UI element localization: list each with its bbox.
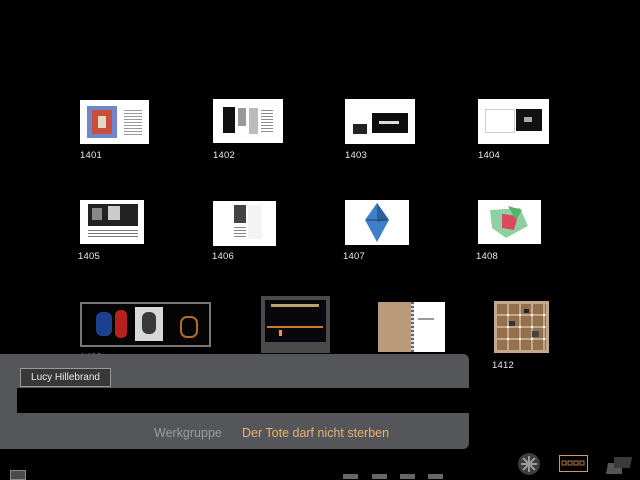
asterisk-icon[interactable] bbox=[518, 453, 540, 475]
thumbnail-1402[interactable] bbox=[213, 99, 283, 143]
werkgruppe-label: Werkgruppe bbox=[154, 426, 222, 440]
thumbnail-label: 1406 bbox=[212, 251, 234, 262]
thumbnail-label: 1403 bbox=[345, 150, 367, 161]
stack-view-icon[interactable] bbox=[604, 453, 634, 475]
page-indicator[interactable] bbox=[428, 474, 443, 479]
thumbnail-1406[interactable] bbox=[213, 201, 276, 246]
werkgruppe-value: Der Tote darf nicht sterben bbox=[242, 426, 390, 440]
page-indicator[interactable] bbox=[400, 474, 415, 479]
thumbnail-1404[interactable] bbox=[478, 99, 549, 144]
thumbnail-1408[interactable] bbox=[478, 200, 541, 244]
thumbnail-1403[interactable] bbox=[345, 99, 415, 144]
page-indicator[interactable] bbox=[343, 474, 358, 479]
thumbnail-label: 1405 bbox=[78, 251, 100, 262]
grid-view-icon[interactable] bbox=[559, 455, 588, 472]
thumbnail-label: 1404 bbox=[478, 150, 500, 161]
thumbnail-label: 1408 bbox=[476, 251, 498, 262]
thumbnail-label: 1402 bbox=[213, 150, 235, 161]
thumbnail-label: 1412 bbox=[492, 360, 514, 371]
thumbnail-label: 1401 bbox=[80, 150, 102, 161]
thumbnail-1411[interactable] bbox=[378, 302, 445, 352]
info-panel-inset bbox=[17, 388, 469, 413]
thumbnail-1410[interactable] bbox=[261, 296, 330, 353]
artist-name-tag[interactable]: Lucy Hillebrand bbox=[20, 368, 111, 387]
thumbnail-1407[interactable] bbox=[345, 200, 409, 245]
thumbnail-1401[interactable] bbox=[80, 100, 149, 144]
page-indicator[interactable] bbox=[372, 474, 387, 479]
thumbnail-1405[interactable] bbox=[80, 200, 144, 244]
thumbnail-label: 1407 bbox=[343, 251, 365, 262]
thumbnail-1412[interactable] bbox=[494, 301, 549, 353]
thumbnail-1409[interactable] bbox=[80, 302, 211, 347]
panel-toggle-button[interactable] bbox=[10, 470, 26, 480]
